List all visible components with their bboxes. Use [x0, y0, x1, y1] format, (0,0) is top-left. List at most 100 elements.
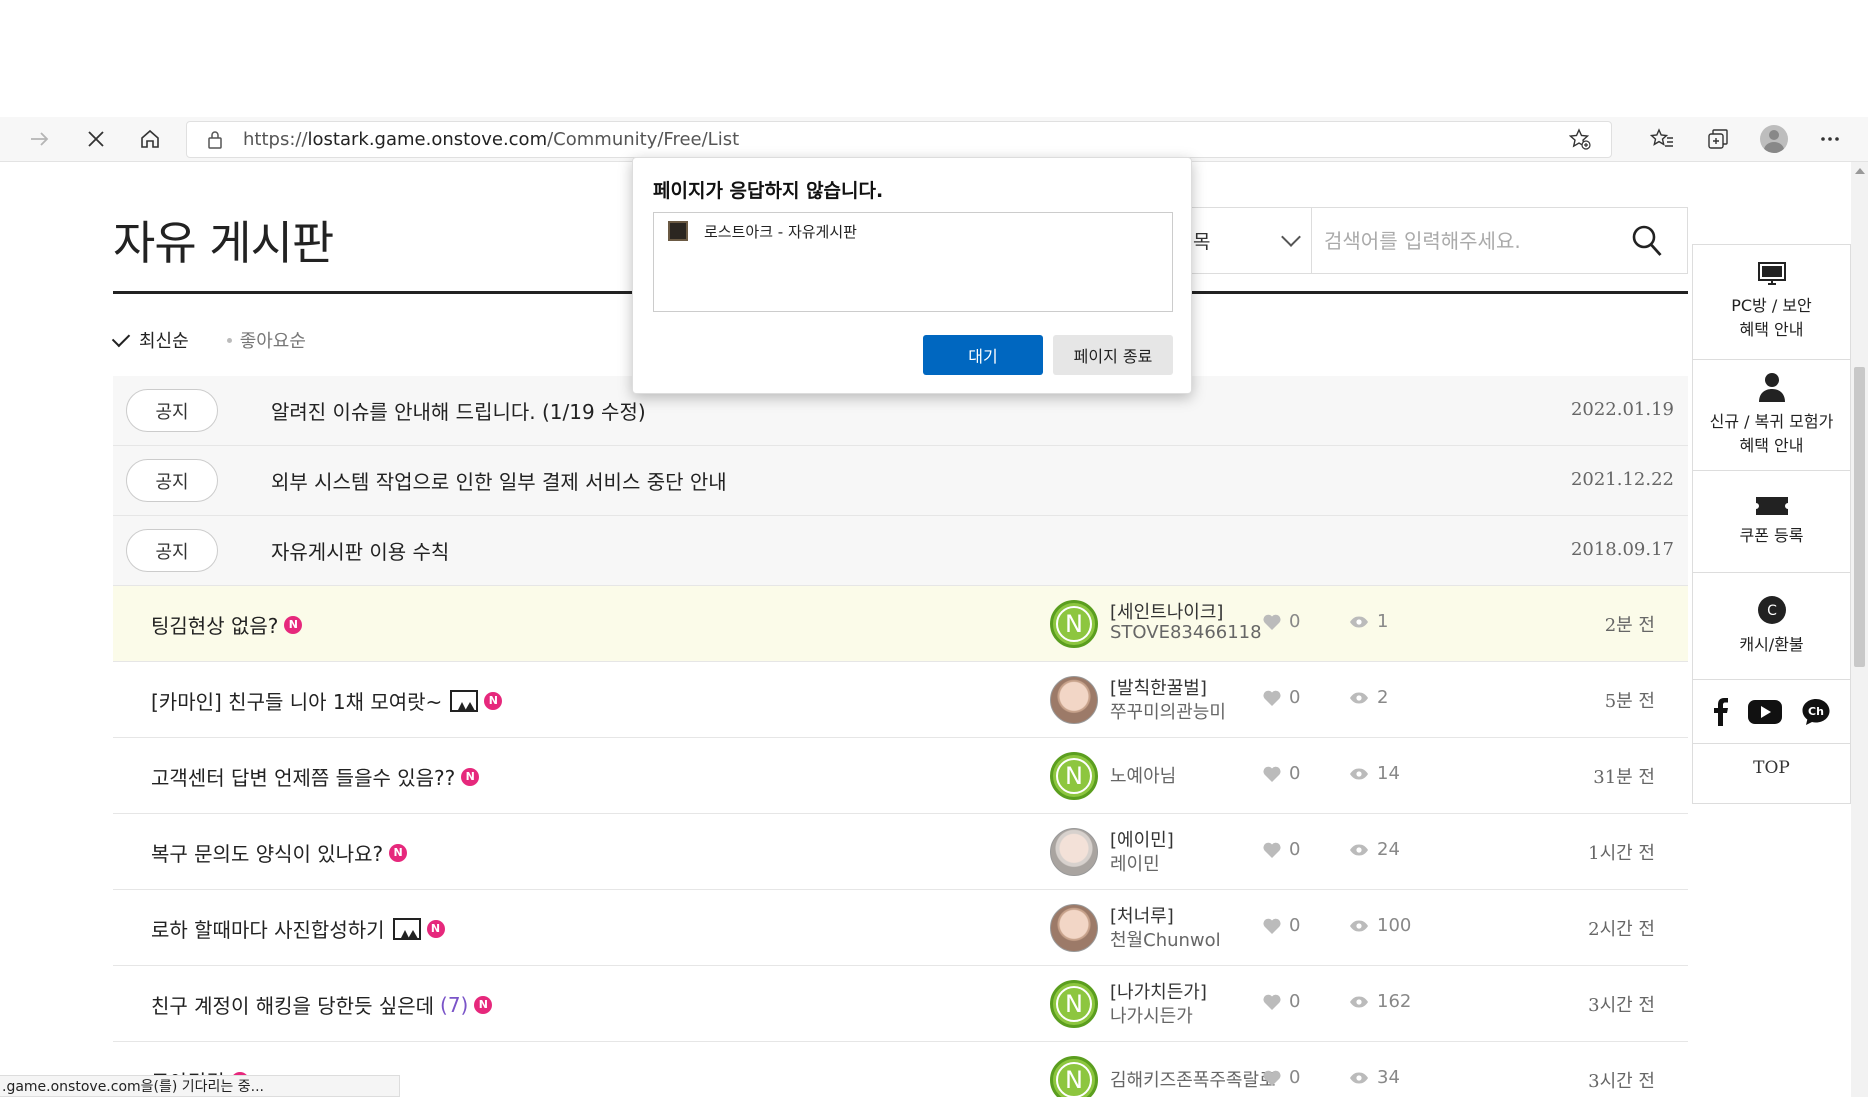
quick-newbie-benefit[interactable]: 신규 / 복귀 모험가 혜택 안내 [1693, 360, 1850, 471]
quick-coupon[interactable]: 쿠폰 등록 [1693, 471, 1850, 573]
search-icon [1632, 225, 1662, 256]
default-avatar-icon[interactable]: N [1050, 752, 1098, 800]
notice-title[interactable]: 알려진 이슈를 안내해 드립니다. (1/19 수정) [271, 396, 646, 425]
page-scrollbar[interactable] [1851, 162, 1868, 1097]
stop-loading-button[interactable] [74, 121, 118, 157]
scroll-top-button[interactable]: TOP [1693, 744, 1850, 792]
search-type-select[interactable]: 목 [1190, 207, 1312, 274]
scroll-up-arrow-icon[interactable] [1855, 168, 1865, 174]
forward-button[interactable] [18, 121, 62, 157]
favorites-button[interactable] [1634, 121, 1690, 157]
like-count: 0 [1263, 763, 1300, 784]
quick-pc-benefit[interactable]: PC방 / 보안 혜택 안내 [1693, 245, 1850, 360]
post-time: 2분 전 [1604, 615, 1655, 636]
add-favorite-icon[interactable] [1568, 128, 1591, 156]
browser-toolbar: https://lostark.game.onstove.com/Communi… [0, 117, 1868, 162]
wait-button[interactable]: 대기 [923, 335, 1043, 375]
heart-icon [1263, 614, 1281, 630]
more-menu-button[interactable] [1802, 121, 1858, 157]
author-nickname[interactable]: 노예아님 [1110, 762, 1176, 788]
like-count: 0 [1263, 1067, 1300, 1088]
heart-icon [1263, 1070, 1281, 1086]
dialog-tab-name: 로스트아크 - 자유게시판 [704, 223, 857, 241]
notice-badge: 공지 [126, 459, 218, 502]
home-icon [141, 129, 159, 148]
search-input[interactable] [1324, 226, 1614, 256]
notice-title[interactable]: 외부 시스템 작업으로 인한 일부 결제 서비스 중단 안내 [271, 466, 727, 495]
post-title-text: 팅김현상 없음? [151, 614, 279, 638]
post-title[interactable]: [카마인] 친구들 니아 1채 모여랏~ N [151, 686, 503, 715]
new-badge-icon: N [426, 919, 445, 938]
cash-coin-icon: C [1757, 596, 1786, 624]
url-host: lostark.game.onstove.com [307, 129, 548, 150]
eye-icon [1350, 692, 1368, 703]
character-avatar[interactable] [1050, 904, 1098, 952]
author-nickname[interactable]: 쭈꾸미의관능미 [1110, 698, 1226, 724]
post-title[interactable]: 친구 계정이 해킹을 당한듯 싶은데 (7) N [151, 990, 493, 1019]
scroll-thumb[interactable] [1854, 367, 1865, 667]
sort-latest[interactable]: 최신순 [111, 327, 189, 353]
monitor-icon [1757, 262, 1786, 285]
status-bar: .game.onstove.com을(를) 기다리는 중... [0, 1075, 400, 1097]
collections-icon [1708, 129, 1728, 149]
author-nickname[interactable]: 김해키즈존폭주족랄로 [1110, 1066, 1276, 1092]
default-avatar-icon[interactable]: N [1050, 980, 1098, 1028]
notice-date: 2022.01.19 [1570, 399, 1674, 420]
sort-likes-label: 좋아요순 [239, 331, 306, 352]
author-nickname[interactable]: STOVE83466118 [1110, 622, 1262, 643]
post-title-text: 로하 할때마다 사진합성하기 [151, 918, 385, 942]
character-avatar[interactable] [1050, 828, 1098, 876]
profile-button[interactable] [1746, 121, 1802, 157]
post-row[interactable]: 복구 문의도 양식이 있나요? N [에이민] 레이민 0 24 1시간 전 [113, 814, 1688, 890]
eye-icon [1350, 1072, 1368, 1083]
notice-row[interactable]: 공지 자유게시판 이용 수칙 2018.09.17 [113, 516, 1688, 586]
facebook-icon[interactable] [1713, 697, 1729, 726]
notice-title[interactable]: 자유게시판 이용 수칙 [271, 536, 449, 565]
post-title[interactable]: 복구 문의도 양식이 있나요? N [151, 838, 408, 867]
post-row[interactable]: 로하 할때마다 사진합성하기 N [처너루] 천월Chunwol 0 100 2시간 전 [113, 890, 1688, 966]
default-avatar-icon[interactable]: N [1050, 1056, 1098, 1097]
new-badge-icon: N [474, 995, 493, 1014]
author-nickname[interactable]: 나가시든가 [1110, 1002, 1193, 1028]
collections-button[interactable] [1690, 121, 1746, 157]
post-row[interactable]: [카마인] 친구들 니아 1채 모여랏~ N [발칙한꿀벌] 쭈꾸미의관능미 0 2 5분 … [113, 662, 1688, 738]
default-avatar-icon[interactable]: N [1050, 600, 1098, 648]
post-title[interactable]: 로하 할때마다 사진합성하기 N [151, 914, 445, 943]
post-row[interactable]: 팅김현상 없음? N N [세인트나이크] STOVE83466118 0 1 2분 전 [113, 586, 1688, 662]
quick-cash-refund[interactable]: C 캐시/환불 [1693, 573, 1850, 680]
eye-icon [1350, 768, 1368, 779]
svg-text:C: C [1767, 603, 1777, 619]
more-dots-icon [1821, 137, 1839, 141]
search-box [1311, 207, 1688, 274]
like-count: 0 [1263, 991, 1300, 1012]
chevron-down-icon [1281, 227, 1301, 247]
home-button[interactable] [128, 121, 172, 157]
address-bar[interactable]: https://lostark.game.onstove.com/Communi… [186, 121, 1612, 158]
eye-icon [1350, 616, 1368, 627]
search-button[interactable] [1631, 224, 1663, 258]
chat-channel-icon[interactable]: Ch [1801, 697, 1831, 727]
post-row[interactable]: 친구 계정이 해킹을 당한듯 싶은데 (7) N N [나가치든가] 나가시든가 0 162 3… [113, 966, 1688, 1042]
youtube-icon[interactable] [1747, 699, 1782, 724]
notice-row[interactable]: 공지 외부 시스템 작업으로 인한 일부 결제 서비스 중단 안내 2021.12.… [113, 446, 1688, 516]
character-avatar[interactable] [1050, 676, 1098, 724]
new-badge-icon: N [284, 615, 303, 634]
unresponsive-page-dialog: 페이지가 응답하지 않습니다. 로스트아크 - 자유게시판 대기 페이지 종료 [632, 157, 1192, 394]
close-page-button[interactable]: 페이지 종료 [1053, 335, 1173, 375]
post-title[interactable]: 팅김현상 없음? N [151, 610, 303, 639]
author-nickname[interactable]: 천월Chunwol [1110, 926, 1221, 952]
view-count: 2 [1349, 687, 1388, 708]
view-count: 14 [1349, 763, 1400, 784]
post-time: 2시간 전 [1588, 919, 1655, 940]
author-guild: [세인트나이크] [1110, 602, 1224, 623]
eye-icon [1350, 920, 1368, 931]
comment-count: (7) [440, 992, 469, 1017]
author-nickname[interactable]: 레이민 [1110, 850, 1160, 876]
post-row[interactable]: 고객센터 답변 언제쯤 들을수 있음?? N N 노예아님 0 14 31분 전 [113, 738, 1688, 814]
like-count: 0 [1263, 611, 1300, 632]
notice-badge: 공지 [126, 529, 218, 572]
new-badge-icon: N [484, 691, 503, 710]
sort-likes[interactable]: 좋아요순 [226, 327, 306, 353]
post-title[interactable]: 고객센터 답변 언제쯤 들을수 있음?? N [151, 762, 480, 791]
ticket-icon [1755, 496, 1788, 515]
